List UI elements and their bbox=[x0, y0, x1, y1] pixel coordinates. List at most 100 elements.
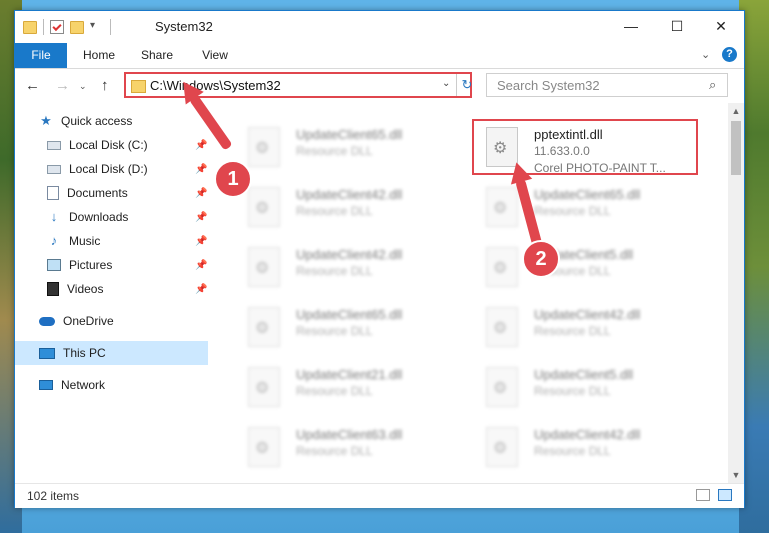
sidebar-item-onedrive[interactable]: OneDrive bbox=[15, 309, 208, 333]
file-item[interactable]: UpdateClient42.dll Resource DLL bbox=[472, 299, 702, 355]
file-item[interactable]: UpdateClient63.dll Resource DLL bbox=[234, 419, 464, 475]
tab-home[interactable]: Home bbox=[77, 43, 121, 68]
sidebar-item-network[interactable]: Network bbox=[15, 373, 208, 397]
dll-file-icon bbox=[248, 307, 280, 347]
step-1-callout: 1 bbox=[214, 160, 252, 198]
sidebar-item-videos[interactable]: Videos 📌 bbox=[15, 277, 208, 301]
sidebar-item-label: OneDrive bbox=[63, 314, 114, 328]
tab-share[interactable]: Share bbox=[135, 43, 179, 68]
pin-icon[interactable]: 📌 bbox=[195, 212, 207, 223]
close-button[interactable]: ✕ bbox=[698, 11, 744, 41]
vertical-scrollbar[interactable]: ▲ ▼ bbox=[728, 103, 744, 483]
item-count: 102 items bbox=[27, 489, 80, 503]
address-bar[interactable]: C:\Windows\System32 ⌄ ↻ bbox=[124, 72, 472, 98]
step-2-callout: 2 bbox=[522, 240, 560, 278]
pin-icon[interactable]: 📌 bbox=[195, 260, 207, 271]
file-item[interactable]: UpdateClient42.dll Resource DLL bbox=[234, 239, 464, 295]
title-bar: ▾ System32 — ☐ ✕ bbox=[15, 11, 744, 43]
dll-file-icon bbox=[486, 307, 518, 347]
sidebar-item-downloads[interactable]: ↓ Downloads 📌 bbox=[15, 205, 208, 229]
chevron-down-icon[interactable]: ⌄ bbox=[701, 48, 710, 61]
toolbar-divider bbox=[110, 19, 111, 35]
address-dropdown-icon[interactable]: ⌄ bbox=[442, 78, 450, 89]
back-button[interactable]: ← bbox=[25, 77, 40, 94]
file-name: UpdateClient42.dll bbox=[296, 247, 403, 262]
sidebar-item-quick-access[interactable]: ★ Quick access bbox=[15, 109, 208, 133]
properties-icon[interactable] bbox=[50, 20, 64, 34]
sidebar-item-label: Documents bbox=[67, 186, 128, 200]
dll-file-icon bbox=[248, 187, 280, 227]
file-item[interactable]: UpdateClient21.dll Resource DLL bbox=[234, 359, 464, 415]
help-icon[interactable]: ? bbox=[722, 47, 737, 62]
dll-file-icon bbox=[248, 127, 280, 167]
file-item[interactable]: UpdateClient5.dll Resource DLL bbox=[472, 359, 702, 415]
file-item[interactable]: UpdateClient5.dll Resource DLL bbox=[472, 239, 702, 295]
dll-file-icon bbox=[486, 247, 518, 287]
file-item[interactable]: UpdateClient65.dll Resource DLL bbox=[234, 299, 464, 355]
search-placeholder[interactable]: Search System32 bbox=[497, 78, 600, 93]
forward-button[interactable]: → bbox=[55, 77, 70, 94]
drive-icon bbox=[47, 140, 61, 150]
minimize-button[interactable]: — bbox=[608, 11, 654, 41]
pin-icon[interactable]: 📌 bbox=[195, 284, 207, 295]
file-name: UpdateClient42.dll bbox=[534, 307, 641, 322]
file-type: Resource DLL bbox=[534, 384, 611, 398]
file-explorer-window: ▾ System32 — ☐ ✕ File Home Share View ⌄ … bbox=[14, 10, 745, 508]
toolbar-divider bbox=[43, 19, 44, 35]
dll-file-icon bbox=[248, 247, 280, 287]
pin-icon[interactable]: 📌 bbox=[195, 140, 207, 151]
recent-locations-button[interactable]: ⌄ bbox=[79, 81, 87, 92]
videos-icon bbox=[47, 282, 59, 296]
dll-file-icon bbox=[486, 187, 518, 227]
sidebar-item-label: Quick access bbox=[61, 114, 133, 128]
file-item[interactable]: UpdateClient65.dll Resource DLL bbox=[234, 119, 464, 175]
tab-file[interactable]: File bbox=[15, 43, 67, 68]
file-name: UpdateClient65.dll bbox=[534, 187, 641, 202]
scroll-up-button[interactable]: ▲ bbox=[728, 103, 744, 119]
sidebar-item-label: Local Disk (D:) bbox=[69, 162, 148, 176]
download-icon: ↓ bbox=[50, 209, 58, 224]
tab-view[interactable]: View bbox=[193, 43, 237, 68]
file-type: Resource DLL bbox=[534, 324, 611, 338]
file-type: Resource DLL bbox=[296, 324, 373, 338]
sidebar-item-documents[interactable]: Documents 📌 bbox=[15, 181, 208, 205]
pictures-icon bbox=[47, 259, 61, 271]
sidebar-item-pictures[interactable]: Pictures 📌 bbox=[15, 253, 208, 277]
file-item[interactable]: UpdateClient65.dll Resource DLL bbox=[472, 179, 702, 235]
file-name: UpdateClient42.dll bbox=[296, 187, 403, 202]
music-icon: ♪ bbox=[50, 233, 58, 248]
dll-file-icon bbox=[486, 427, 518, 467]
sidebar-item-label: Local Disk (C:) bbox=[69, 138, 148, 152]
documents-icon bbox=[47, 186, 59, 200]
folder-icon bbox=[131, 80, 146, 93]
file-item[interactable]: UpdateClient42.dll Resource DLL bbox=[234, 179, 464, 235]
address-path[interactable]: C:\Windows\System32 bbox=[150, 78, 281, 93]
sidebar-item-label: Videos bbox=[67, 282, 104, 296]
navigation-bar: ← → ⌄ ↑ C:\Windows\System32 ⌄ ↻ Search S… bbox=[15, 69, 744, 103]
sidebar-item-this-pc[interactable]: This PC bbox=[15, 341, 208, 365]
scrollbar-thumb[interactable] bbox=[731, 121, 741, 175]
drive-icon bbox=[47, 164, 61, 174]
pin-icon[interactable]: 📌 bbox=[195, 236, 207, 247]
sidebar-item-music[interactable]: ♪ Music 📌 bbox=[15, 229, 208, 253]
ribbon-tabs: File Home Share View ⌄ ? bbox=[15, 43, 744, 69]
file-item[interactable]: UpdateClient42.dll Resource DLL bbox=[472, 419, 702, 475]
large-icons-view-icon[interactable] bbox=[718, 489, 732, 501]
pin-icon[interactable]: 📌 bbox=[195, 188, 207, 199]
network-icon bbox=[39, 380, 53, 390]
new-folder-icon[interactable] bbox=[70, 20, 84, 34]
details-view-icon[interactable] bbox=[696, 489, 710, 501]
search-input[interactable]: Search System32 ⌕ bbox=[486, 73, 728, 97]
sidebar-item-local-disk-c[interactable]: Local Disk (C:) 📌 bbox=[15, 133, 208, 157]
file-type: Resource DLL bbox=[534, 444, 611, 458]
pin-icon[interactable]: 📌 bbox=[195, 164, 207, 175]
status-bar: 102 items bbox=[15, 483, 744, 508]
up-button[interactable]: ↑ bbox=[101, 77, 109, 94]
file-type: Resource DLL bbox=[296, 204, 373, 218]
customize-toolbar-icon[interactable]: ▾ bbox=[90, 20, 104, 34]
scroll-down-button[interactable]: ▼ bbox=[728, 467, 744, 483]
file-type: Resource DLL bbox=[296, 444, 373, 458]
refresh-icon[interactable]: ↻ bbox=[456, 74, 474, 96]
sidebar-item-local-disk-d[interactable]: Local Disk (D:) 📌 bbox=[15, 157, 208, 181]
maximize-button[interactable]: ☐ bbox=[654, 11, 700, 41]
